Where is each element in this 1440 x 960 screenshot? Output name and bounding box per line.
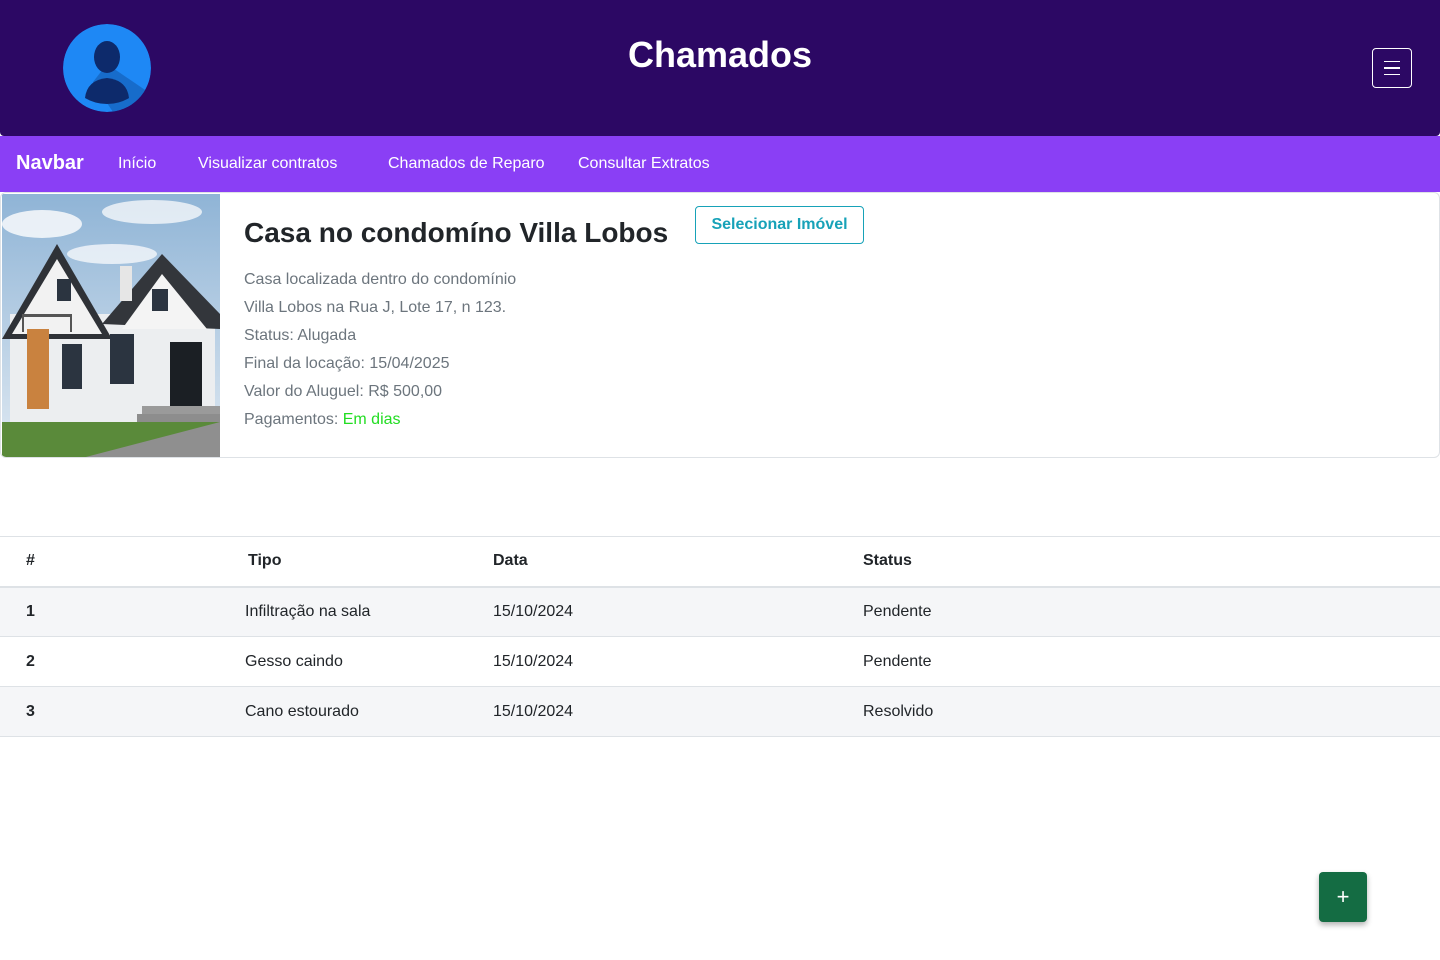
column-header-tipo: Tipo: [245, 536, 493, 588]
row-number: 1: [0, 586, 245, 637]
nav-link-consultar-extratos[interactable]: Consultar Extratos: [578, 155, 710, 173]
row-data: 15/10/2024: [493, 586, 863, 637]
page-title: Chamados: [627, 34, 813, 75]
row-data: 15/10/2024: [493, 636, 863, 687]
row-number: 2: [0, 636, 245, 687]
table-row[interactable]: 2 Gesso caindo 15/10/2024 Pendente: [0, 636, 1440, 687]
page-header: Chamados: [0, 0, 1440, 136]
row-tipo: Gesso caindo: [245, 636, 493, 687]
row-tipo: Infiltração na sala: [245, 586, 493, 637]
hamburger-menu-icon[interactable]: [1372, 48, 1412, 88]
row-status: Resolvido: [863, 686, 1440, 737]
nav-link-chamados-de-reparo[interactable]: Chamados de Reparo: [388, 155, 545, 173]
menu-bar: [1384, 60, 1400, 63]
property-image: [2, 194, 220, 457]
property-rent: Valor do Aluguel: R$ 500,00: [244, 383, 443, 400]
select-property-button[interactable]: Selecionar Imóvel: [695, 206, 864, 244]
table-row[interactable]: 3 Cano estourado 15/10/2024 Resolvido: [0, 686, 1440, 737]
add-request-button[interactable]: +: [1319, 872, 1367, 922]
property-title: Casa no condomíno Villa Lobos: [244, 217, 669, 248]
payments-status: Em dias: [342, 411, 401, 428]
nav-link-inicio[interactable]: Início: [118, 155, 156, 173]
property-description-line-2: Villa Lobos na Rua J, Lote 17, n 123.: [244, 299, 507, 316]
navbar-brand[interactable]: Navbar: [16, 152, 84, 175]
column-header-data: Data: [493, 536, 863, 588]
menu-bar: [1384, 67, 1400, 69]
row-status: Pendente: [863, 586, 1440, 637]
row-tipo: Cano estourado: [245, 686, 493, 737]
main-navbar: Navbar Início Visualizar contratos Chama…: [0, 136, 1440, 192]
property-card: Casa no condomíno Villa Lobos Selecionar…: [0, 192, 1440, 458]
plus-icon: +: [1336, 884, 1350, 909]
property-status: Status: Alugada: [244, 327, 357, 344]
property-payments: Pagamentos: Em dias: [244, 411, 401, 429]
row-status: Pendente: [863, 636, 1440, 687]
row-data: 15/10/2024: [493, 686, 863, 737]
payments-label: Pagamentos:: [244, 411, 339, 428]
nav-link-visualizar-contratos[interactable]: Visualizar contratos: [198, 155, 337, 173]
table-header-row: # Tipo Data Status: [0, 536, 1440, 588]
column-header-number: #: [0, 536, 245, 588]
repair-requests-table: # Tipo Data Status 1 Infiltração na sala…: [0, 536, 1440, 737]
row-number: 3: [0, 686, 245, 737]
property-lease-end: Final da locação: 15/04/2025: [244, 355, 450, 372]
property-description-line-1: Casa localizada dentro do condomínio: [244, 271, 517, 288]
table-row[interactable]: 1 Infiltração na sala 15/10/2024 Pendent…: [0, 586, 1440, 637]
column-header-status: Status: [863, 536, 1440, 588]
menu-bar: [1384, 73, 1400, 76]
